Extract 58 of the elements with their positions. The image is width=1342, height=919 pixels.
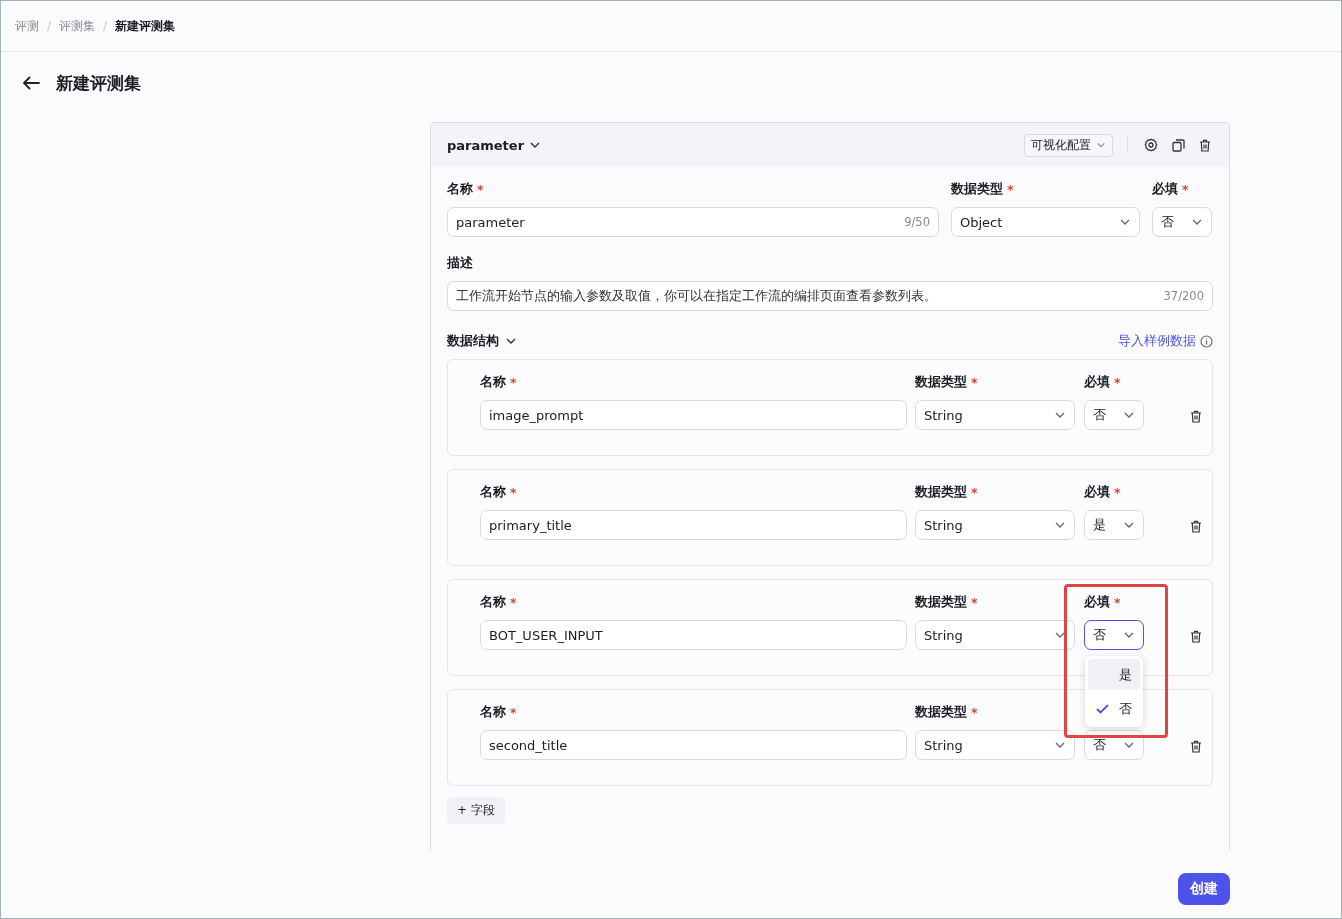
character-counter: 37/200 <box>1163 289 1204 303</box>
type-select[interactable]: Object <box>951 207 1140 237</box>
back-arrow-icon[interactable] <box>22 76 40 90</box>
field-label: 数据类型 * <box>915 482 979 502</box>
import-sample-link[interactable]: 导入样例数据 <box>1118 332 1196 350</box>
settings-icon[interactable] <box>1144 138 1158 152</box>
field-label: 必填 * <box>1084 372 1122 392</box>
create-button[interactable]: 创建 <box>1178 873 1230 905</box>
type-select[interactable]: String <box>915 620 1075 650</box>
required-select[interactable]: 否 <box>1152 207 1212 237</box>
name-input[interactable]: second_title <box>480 730 907 760</box>
page-title: 新建评测集 <box>56 71 141 95</box>
type-select[interactable]: String <box>915 510 1075 540</box>
structure-toggle[interactable]: 数据结构 <box>447 331 517 351</box>
mode-select[interactable]: 可视化配置 <box>1024 133 1113 157</box>
delete-icon[interactable] <box>1190 740 1202 753</box>
dropdown-option[interactable]: 否 <box>1088 693 1140 724</box>
delete-icon[interactable] <box>1190 630 1202 643</box>
description-input[interactable]: 工作流开始节点的输入参数及取值，你可以在指定工作流的编排页面查看参数列表。 37/200 <box>447 281 1213 311</box>
copy-icon[interactable] <box>1172 138 1185 152</box>
add-field-button[interactable]: + 字段 <box>447 797 505 824</box>
breadcrumb-separator: / <box>103 19 108 33</box>
chevron-down-icon <box>1096 140 1106 150</box>
name-input[interactable]: BOT_USER_INPUT <box>480 620 907 650</box>
parameter-name-toggle[interactable]: parameter <box>447 137 542 153</box>
info-icon <box>1200 334 1213 348</box>
type-select[interactable]: String <box>915 400 1075 430</box>
name-input[interactable]: primary_title <box>480 510 907 540</box>
breadcrumb-item[interactable]: 评测集 <box>59 17 96 35</box>
type-select[interactable]: String <box>915 730 1075 760</box>
field-label: 名称 * <box>480 372 518 392</box>
field-label: 名称 * <box>480 592 518 612</box>
name-input[interactable]: image_prompt <box>480 400 907 430</box>
field-label: 描述 <box>447 253 474 272</box>
breadcrumb-item: 新建评测集 <box>115 17 176 35</box>
check-icon <box>1096 703 1109 714</box>
field-label: 名称 * <box>447 179 485 199</box>
required-select[interactable]: 是 <box>1084 510 1144 540</box>
required-select[interactable]: 否 <box>1084 620 1144 650</box>
field-label: 数据类型 * <box>915 372 979 392</box>
field-label: 必填 * <box>1152 179 1190 199</box>
dropdown-option[interactable]: 是 <box>1088 659 1140 690</box>
delete-icon[interactable] <box>1190 520 1202 533</box>
field-label: 名称 * <box>480 702 518 722</box>
name-input[interactable]: parameter 9/50 <box>447 207 939 237</box>
required-select[interactable]: 否 <box>1084 730 1144 760</box>
breadcrumb-item[interactable]: 评测 <box>15 17 39 35</box>
field-label: 数据类型 * <box>915 592 979 612</box>
character-counter: 9/50 <box>904 215 930 229</box>
field-label: 数据类型 * <box>951 179 1015 199</box>
field-label: 名称 * <box>480 482 518 502</box>
delete-icon[interactable] <box>1190 410 1202 423</box>
field-label: 必填 * <box>1084 592 1122 612</box>
field-label: 必填 * <box>1084 482 1122 502</box>
breadcrumb-separator: / <box>47 19 52 33</box>
required-select[interactable]: 否 <box>1084 400 1144 430</box>
field-label: 数据类型 * <box>915 702 979 722</box>
delete-icon[interactable] <box>1199 138 1211 152</box>
